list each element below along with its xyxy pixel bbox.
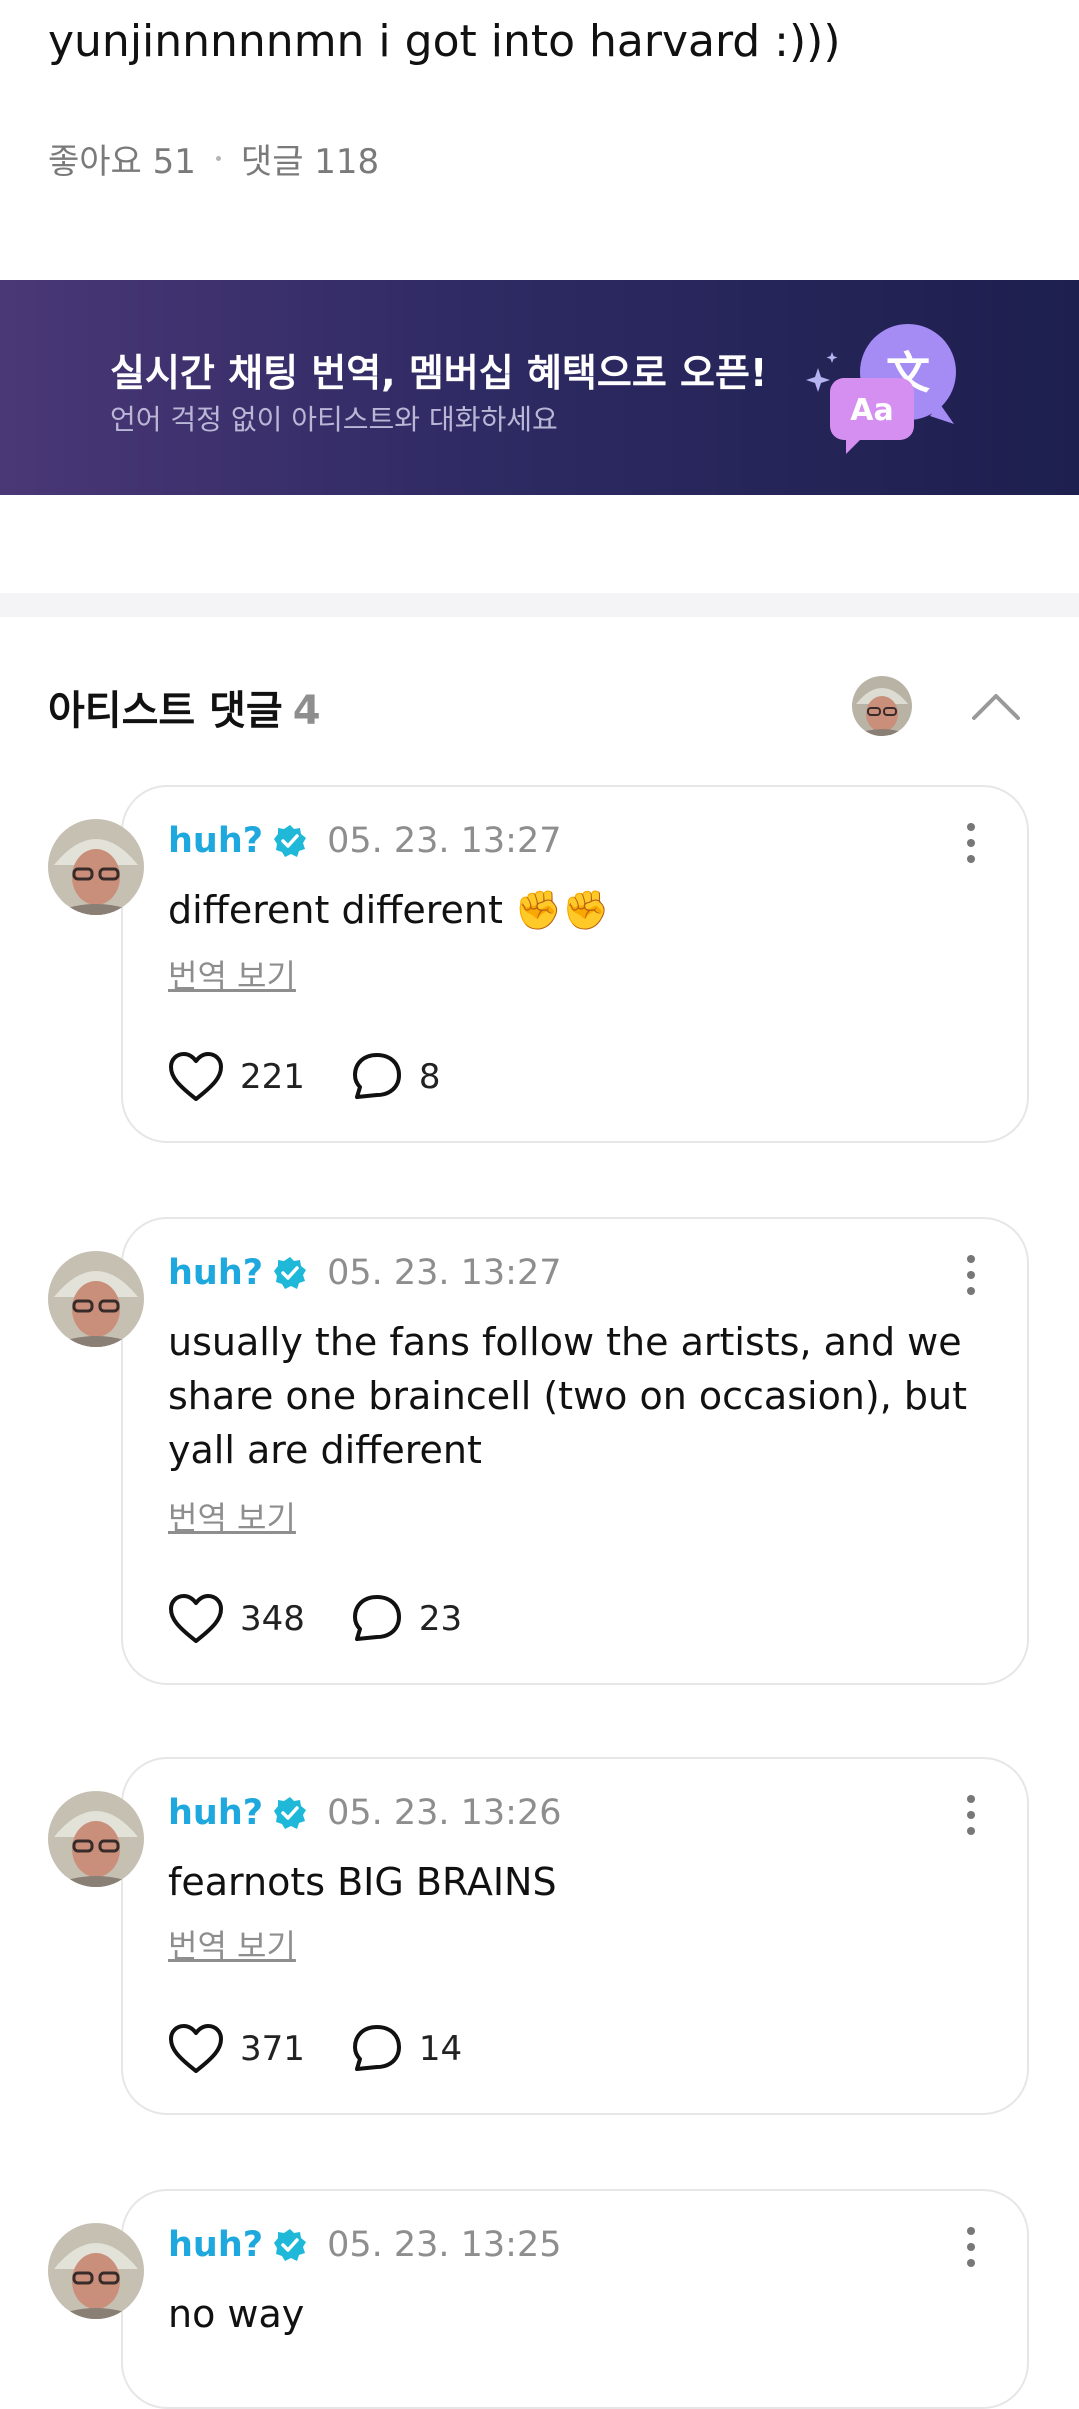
reply-count: 8 bbox=[418, 1057, 441, 1097]
speech-bubble-icon bbox=[352, 1595, 401, 1641]
avatar[interactable] bbox=[48, 2223, 144, 2319]
like-button[interactable]: 371 bbox=[168, 2023, 305, 2075]
verified-badge-icon bbox=[274, 825, 307, 857]
artist-avatar-small[interactable] bbox=[852, 676, 912, 736]
verified-badge-icon bbox=[274, 2229, 307, 2261]
like-count: 348 bbox=[240, 1599, 305, 1639]
banner-title: 실시간 채팅 번역, 멤버십 혜택으로 오픈! bbox=[110, 351, 768, 395]
reply-button[interactable]: 23 bbox=[351, 1593, 462, 1645]
comment-time: 05. 23. 13:27 bbox=[327, 821, 562, 861]
more-vertical-icon[interactable] bbox=[956, 1793, 986, 1837]
more-vertical-icon[interactable] bbox=[956, 1253, 986, 1297]
avatar[interactable] bbox=[48, 1251, 144, 1347]
comment-actions: 348 23 bbox=[168, 1593, 462, 1645]
translate-link[interactable]: 번역 보기 bbox=[168, 1921, 296, 1967]
more-vertical-icon[interactable] bbox=[956, 821, 986, 865]
comment-text: fearnots BIG BRAINS bbox=[168, 1860, 557, 1904]
chevron-up-icon[interactable] bbox=[966, 680, 1026, 730]
avatar[interactable] bbox=[48, 819, 144, 915]
heart-icon bbox=[169, 2024, 223, 2073]
comment-time: 05. 23. 13:27 bbox=[327, 1253, 562, 1293]
comment-text: usually the fans follow the artists, and… bbox=[168, 1320, 967, 1472]
comment-time: 05. 23. 13:25 bbox=[327, 2225, 562, 2265]
comment-time: 05. 23. 13:26 bbox=[327, 1793, 562, 1833]
post-text: yunjinnnnnmn i got into harvard :))) bbox=[48, 16, 841, 67]
banner-subtitle: 언어 걱정 없이 아티스트와 대화하세요 bbox=[110, 403, 558, 436]
svg-text:Aa: Aa bbox=[850, 393, 893, 428]
artist-comments-count: 4 bbox=[292, 688, 321, 734]
speech-bubble-icon bbox=[352, 2025, 401, 2071]
avatar[interactable] bbox=[48, 1791, 144, 1887]
comment-header: huh? 05. 23. 13:25 bbox=[168, 2225, 562, 2265]
post-likes[interactable]: 좋아요 51 bbox=[48, 134, 196, 183]
reply-button[interactable]: 14 bbox=[351, 2023, 462, 2075]
comment-item: huh? 05. 23. 13:25 no way bbox=[0, 2189, 1079, 2409]
more-vertical-icon[interactable] bbox=[956, 2225, 986, 2269]
translate-link[interactable]: 번역 보기 bbox=[168, 951, 296, 997]
like-count: 371 bbox=[240, 2029, 305, 2069]
comment-item: huh? 05. 23. 13:26 fearnots BIG BRAINS 번… bbox=[0, 1757, 1079, 2117]
reply-button[interactable]: 8 bbox=[351, 1051, 441, 1103]
heart-icon bbox=[169, 1594, 223, 1643]
stats-separator-dot bbox=[215, 156, 221, 161]
speech-bubble-icon bbox=[352, 1053, 401, 1099]
comment-author[interactable]: huh? bbox=[168, 821, 263, 861]
like-button[interactable]: 221 bbox=[168, 1051, 305, 1103]
post-comments-count[interactable]: 댓글 118 bbox=[241, 134, 379, 183]
comment-item: huh? 05. 23. 13:27 usually the fans foll… bbox=[0, 1217, 1079, 1687]
translate-link[interactable]: 번역 보기 bbox=[168, 1493, 296, 1539]
reply-count: 23 bbox=[418, 1599, 463, 1639]
comment-header: huh? 05. 23. 13:27 bbox=[168, 1253, 562, 1293]
comment-text: different different ✊✊ bbox=[168, 888, 610, 932]
comment-actions: 221 8 bbox=[168, 1051, 441, 1103]
post-stats: 좋아요 51 댓글 118 bbox=[48, 134, 379, 183]
like-button[interactable]: 348 bbox=[168, 1593, 305, 1645]
reply-count: 14 bbox=[418, 2029, 463, 2069]
section-divider bbox=[0, 593, 1079, 617]
comment-item: huh? 05. 23. 13:27 different different ✊… bbox=[0, 785, 1079, 1145]
verified-badge-icon bbox=[274, 1797, 307, 1829]
comment-header: huh? 05. 23. 13:27 bbox=[168, 821, 562, 861]
like-count: 221 bbox=[240, 1057, 305, 1097]
artist-comments-title: 아티스트 댓글 4 bbox=[48, 678, 321, 736]
verified-badge-icon bbox=[274, 1257, 307, 1289]
comment-author[interactable]: huh? bbox=[168, 2225, 263, 2265]
artist-comments-label: 아티스트 댓글 bbox=[48, 688, 283, 734]
comment-author[interactable]: huh? bbox=[168, 1253, 263, 1293]
comment-header: huh? 05. 23. 13:26 bbox=[168, 1793, 562, 1833]
translate-icon: 文 Aa bbox=[806, 324, 956, 454]
comment-text: no way bbox=[168, 2292, 305, 2336]
membership-banner[interactable]: 실시간 채팅 번역, 멤버십 혜택으로 오픈! 언어 걱정 없이 아티스트와 대… bbox=[0, 280, 1079, 495]
comment-author[interactable]: huh? bbox=[168, 1793, 263, 1833]
comment-actions: 371 14 bbox=[168, 2023, 462, 2075]
heart-icon bbox=[169, 1052, 223, 1101]
